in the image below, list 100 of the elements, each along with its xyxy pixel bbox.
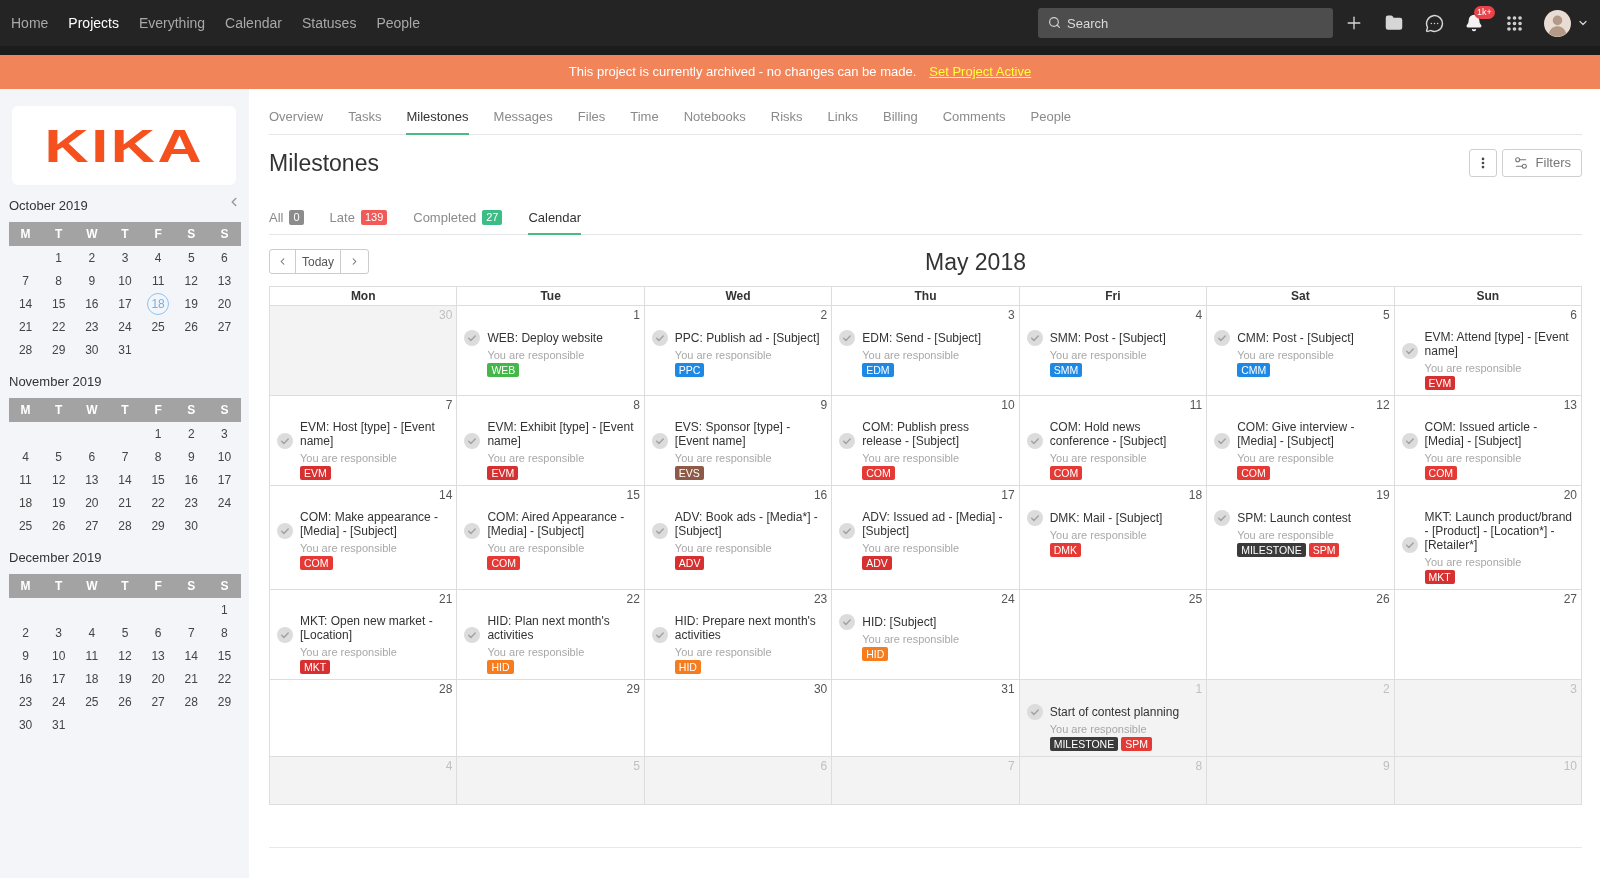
calendar-day[interactable]: 15 — [47, 292, 70, 315]
check-circle-icon[interactable] — [1026, 704, 1043, 720]
milestone-title[interactable]: WEB: Deploy website — [487, 331, 603, 345]
calendar-day[interactable]: 5 — [47, 445, 70, 468]
calendar-day[interactable]: 8 — [213, 621, 236, 644]
calendar-day[interactable]: 17 — [114, 292, 136, 315]
calendar-day[interactable]: 11 — [80, 644, 103, 667]
calendar-day[interactable]: 16 — [80, 292, 103, 315]
calendar-day[interactable]: 7 — [180, 621, 203, 644]
project-tab[interactable]: Overview — [269, 108, 324, 135]
calendar-day[interactable]: 31 — [47, 713, 70, 736]
calendar-day[interactable]: 19 — [47, 491, 70, 514]
milestone-title[interactable]: COM: Hold news conference - [Subject] — [1049, 420, 1198, 448]
calendar-day[interactable]: 21 — [180, 667, 203, 690]
view-tab[interactable]: Calendar — [528, 209, 582, 235]
calendar-day[interactable]: 19 — [180, 292, 203, 315]
calendar-day[interactable]: 4 — [147, 246, 170, 269]
check-circle-icon[interactable] — [651, 523, 668, 539]
check-circle-icon[interactable] — [1026, 510, 1043, 526]
check-circle-icon[interactable] — [1214, 433, 1231, 449]
calendar-day[interactable]: 22 — [213, 667, 236, 690]
calendar-day[interactable]: 9 — [80, 269, 103, 292]
view-tab[interactable]: Completed 27 — [413, 209, 503, 235]
check-circle-icon[interactable] — [277, 627, 293, 643]
calendar-day[interactable]: 8 — [147, 445, 170, 468]
calendar-day[interactable]: 29 — [213, 690, 236, 713]
milestone-title[interactable]: COM: Aired Appearance - [Media] - [Subject] — [487, 510, 635, 538]
project-tab[interactable]: Time — [630, 108, 659, 135]
milestone-title[interactable]: EVM: Host [type] - [Event name] — [300, 420, 448, 448]
check-circle-icon[interactable] — [651, 627, 668, 643]
milestone-title[interactable]: CMM: Post - [Subject] — [1237, 331, 1354, 345]
check-circle-icon[interactable] — [839, 433, 856, 449]
calendar-day[interactable]: 24 — [213, 491, 236, 514]
calendar-day[interactable]: 29 — [47, 338, 70, 361]
calendar-day[interactable]: 27 — [80, 514, 103, 537]
milestone-title[interactable]: COM: Publish press release - [Subject] — [862, 420, 1010, 448]
check-circle-icon[interactable] — [277, 433, 293, 449]
project-tab[interactable]: Comments — [942, 108, 1006, 135]
calendar-day[interactable]: 26 — [47, 514, 70, 537]
calendar-day[interactable]: 9 — [14, 644, 37, 667]
calendar-day[interactable]: 20 — [147, 667, 170, 690]
calendar-day[interactable]: 5 — [180, 246, 203, 269]
project-tab[interactable]: Messages — [493, 108, 553, 135]
calendar-day[interactable]: 13 — [80, 468, 103, 491]
calendar-day[interactable]: 31 — [114, 338, 136, 361]
calendar-day[interactable]: 3 — [114, 246, 136, 269]
nav-link[interactable]: Calendar — [225, 14, 282, 32]
check-circle-icon[interactable] — [1026, 330, 1043, 346]
check-circle-icon[interactable] — [464, 433, 481, 449]
calendar-day[interactable]: 21 — [114, 491, 136, 514]
calendar-day[interactable]: 19 — [114, 667, 136, 690]
nav-link[interactable]: People — [376, 14, 420, 32]
calendar-day[interactable]: 23 — [180, 491, 203, 514]
calendar-day[interactable]: 18 — [14, 491, 37, 514]
view-tab[interactable]: All 0 — [269, 209, 304, 235]
calendar-day[interactable]: 16 — [14, 667, 37, 690]
calendar-day[interactable]: 10 — [114, 269, 136, 292]
check-circle-icon[interactable] — [839, 523, 856, 539]
calendar-day[interactable]: 3 — [213, 422, 236, 445]
calendar-day[interactable]: 10 — [213, 445, 236, 468]
calendar-day[interactable]: 30 — [14, 713, 37, 736]
calendar-day[interactable]: 5 — [114, 621, 136, 644]
filters-button[interactable]: Filters — [1501, 149, 1582, 177]
avatar-icon[interactable] — [1544, 9, 1571, 37]
calendar-day[interactable]: 16 — [180, 468, 203, 491]
bell-icon[interactable] — [1465, 14, 1483, 32]
calendar-day[interactable]: 28 — [114, 514, 136, 537]
calendar-day[interactable]: 1 — [147, 422, 170, 445]
calendar-day[interactable]: 10 — [47, 644, 70, 667]
check-circle-icon[interactable] — [839, 614, 856, 630]
calendar-day[interactable]: 2 — [80, 246, 103, 269]
milestone-title[interactable]: EVM: Attend [type] - [Event name] — [1424, 330, 1572, 358]
milestone-title[interactable]: HID: [Subject] — [862, 615, 937, 629]
calendar-day[interactable]: 2 — [14, 621, 37, 644]
calendar-day[interactable]: 17 — [213, 468, 236, 491]
calendar-day[interactable]: 27 — [213, 315, 236, 338]
calendar-day[interactable]: 12 — [47, 468, 70, 491]
grid-icon[interactable] — [1505, 13, 1524, 33]
calendar-day[interactable]: 14 — [14, 292, 37, 315]
calendar-day[interactable]: 20 — [80, 491, 103, 514]
calendar-day[interactable]: 29 — [147, 514, 170, 537]
project-tab[interactable]: Milestones — [406, 108, 469, 135]
milestone-title[interactable]: MKT: Open new market - [Location] — [300, 614, 448, 642]
calendar-day[interactable]: 23 — [14, 690, 37, 713]
calendar-day[interactable]: 20 — [213, 292, 236, 315]
calendar-day[interactable]: 6 — [147, 621, 170, 644]
project-tab[interactable]: Tasks — [348, 108, 382, 135]
milestone-title[interactable]: HID: Prepare next month's activities — [674, 614, 823, 642]
calendar-day[interactable]: 26 — [180, 315, 203, 338]
calendar-day[interactable]: 24 — [114, 315, 136, 338]
milestone-title[interactable]: EDM: Send - [Subject] — [862, 331, 981, 345]
check-circle-icon[interactable] — [651, 433, 668, 449]
calendar-day[interactable]: 25 — [147, 315, 170, 338]
check-circle-icon[interactable] — [1026, 433, 1043, 449]
project-tab[interactable]: Billing — [882, 108, 918, 135]
nav-link[interactable]: Statuses — [301, 14, 357, 32]
milestone-title[interactable]: ADV: Issued ad - [Media] - [Subject] — [862, 510, 1010, 538]
calendar-day[interactable]: 18 — [80, 667, 103, 690]
prev-button[interactable] — [269, 249, 296, 274]
calendar-day[interactable]: 22 — [47, 315, 70, 338]
